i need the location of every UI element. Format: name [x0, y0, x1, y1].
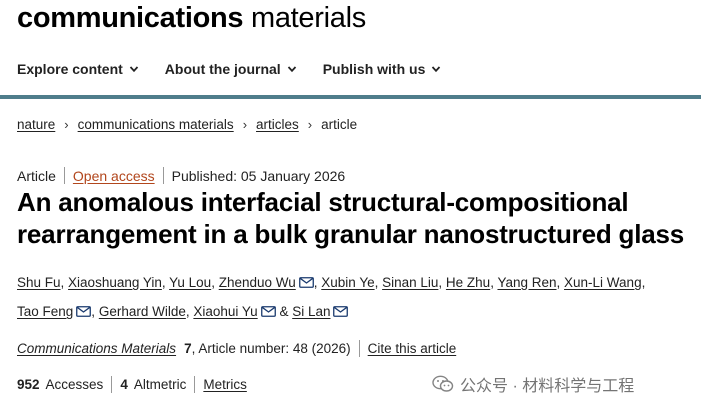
chevron-down-icon — [287, 66, 296, 73]
author-link[interactable]: Shu Fu — [17, 275, 61, 290]
watermark: 公众号 · 材料科学与工程 — [432, 372, 634, 396]
article-title: An anomalous interfacial structural-comp… — [17, 187, 685, 249]
logo-light-text: materials — [243, 2, 366, 34]
author-link[interactable]: Xiaoshuang Yin — [68, 275, 162, 290]
divider — [194, 376, 196, 393]
author-list: Shu Fu, Xiaoshuang Yin, Yu Lou, Zhenduo … — [17, 268, 693, 326]
author-link[interactable]: Tao Feng — [17, 304, 73, 319]
divider — [358, 340, 360, 357]
divider — [162, 167, 164, 184]
breadcrumb-separator: › — [307, 117, 313, 132]
article-type: Article — [17, 167, 56, 184]
breadcrumb: nature › communications materials › arti… — [17, 117, 357, 132]
email-icon[interactable] — [333, 306, 349, 317]
author-separator: , — [556, 275, 565, 290]
altmetric-count: 4 — [120, 377, 128, 392]
journal-logo[interactable]: communications materials — [17, 2, 366, 35]
author-link[interactable]: Xiaohui Yu — [193, 304, 257, 319]
author-separator: , — [60, 275, 69, 290]
citation-line: Communications Materials 7 , Article num… — [17, 340, 456, 357]
breadcrumb-communications-materials[interactable]: communications materials — [78, 117, 234, 132]
accesses-label: Accesses — [45, 377, 104, 392]
nav-publish-with-us[interactable]: Publish with us — [323, 61, 442, 77]
main-nav: Explore content About the journal Publis… — [17, 61, 441, 77]
breadcrumb-separator: › — [64, 117, 69, 132]
author-link[interactable]: Gerhard Wilde — [99, 304, 186, 319]
metrics-link[interactable]: Metrics — [203, 377, 247, 392]
email-icon[interactable] — [298, 277, 314, 288]
author-link[interactable]: Sinan Liu — [382, 275, 438, 290]
article-meta: Article Open access Published: 05 Januar… — [17, 167, 345, 184]
breadcrumb-separator: › — [242, 117, 248, 132]
watermark-text: 公众号 · 材料科学与工程 — [460, 378, 635, 395]
article-number: , Article number: 48 (2026) — [191, 341, 351, 356]
author-separator: , — [374, 275, 383, 290]
author-link[interactable]: Si Lan — [292, 304, 330, 319]
open-access-link[interactable]: Open access — [73, 168, 155, 184]
breadcrumb-current: article — [321, 117, 358, 132]
author-link[interactable]: Xubin Ye — [321, 275, 374, 290]
author-separator: & — [275, 304, 293, 319]
volume-number: 7 — [184, 341, 192, 356]
nav-about-journal[interactable]: About the journal — [165, 61, 297, 77]
breadcrumb-articles[interactable]: articles — [256, 117, 299, 132]
wechat-icon — [432, 375, 454, 392]
author-link[interactable]: He Zhu — [446, 275, 490, 290]
cite-this-article-link[interactable]: Cite this article — [368, 341, 457, 356]
author-separator: , — [91, 304, 99, 319]
header-divider-band — [0, 95, 701, 99]
published-date: Published: 05 January 2026 — [171, 167, 346, 184]
chevron-down-icon — [432, 66, 441, 73]
nav-label: Explore content — [17, 61, 123, 77]
author-link[interactable]: Yang Ren — [497, 275, 556, 290]
author-link[interactable]: Zhenduo Wu — [219, 275, 296, 290]
author-link[interactable]: Yu Lou — [169, 275, 211, 290]
divider — [111, 376, 113, 393]
author-separator: , — [211, 275, 219, 290]
breadcrumb-nature[interactable]: nature — [17, 117, 55, 132]
nav-label: Publish with us — [322, 61, 426, 77]
email-icon[interactable] — [76, 306, 92, 317]
divider — [63, 167, 65, 184]
email-icon[interactable] — [260, 306, 276, 317]
author-separator: , — [641, 275, 646, 290]
altmetric-label: Altmetric — [133, 377, 187, 392]
chevron-down-icon — [129, 66, 138, 73]
author-link[interactable]: Xun-Li Wang — [564, 275, 642, 290]
article-metrics: 952 Accesses 4 Altmetric Metrics — [17, 376, 247, 393]
author-separator: , — [438, 275, 446, 290]
logo-bold-text: communications — [17, 2, 244, 34]
nav-label: About the journal — [164, 61, 281, 77]
nav-explore-content[interactable]: Explore content — [17, 61, 139, 77]
journal-link[interactable]: Communications Materials — [17, 341, 176, 356]
accesses-count: 952 — [17, 377, 40, 392]
